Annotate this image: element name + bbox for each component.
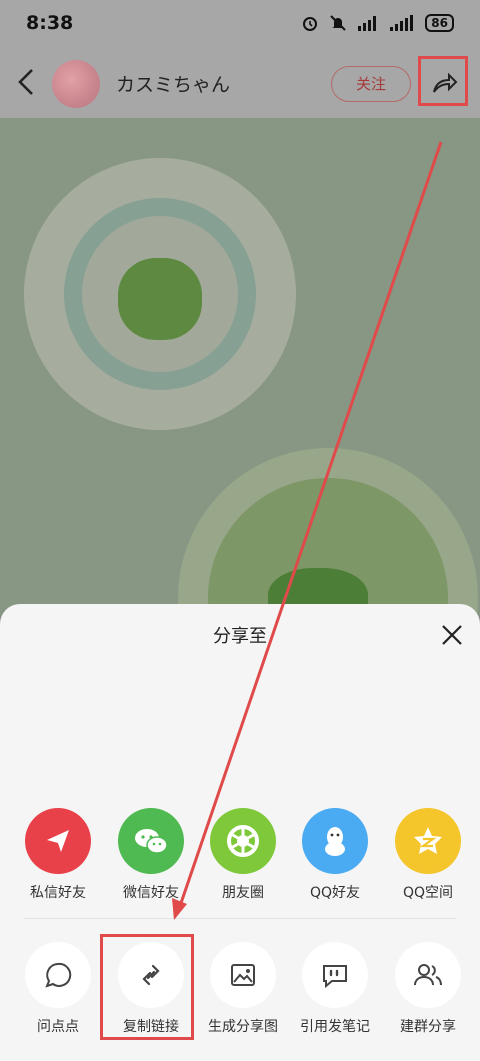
image-icon [210,942,276,1008]
share-private-message[interactable]: 私信好友 [12,808,104,902]
avatar[interactable] [52,60,100,108]
qq-icon [302,808,368,874]
send-icon [25,808,91,874]
quote-note-button[interactable]: 引用发笔记 [289,942,381,1036]
post-image [0,118,480,618]
qzone-icon [395,808,461,874]
item-label: 生成分享图 [208,1019,278,1035]
group-icon [395,942,461,1008]
moments-icon [210,808,276,874]
ask-dotdot-button[interactable]: 问点点 [12,942,104,1036]
share-moments[interactable]: 朋友圈 [197,808,289,902]
close-icon[interactable] [439,622,465,648]
status-bar: 8:38 86 [0,0,480,48]
share-wechat-friend[interactable]: 微信好友 [105,808,197,902]
back-arrow-icon[interactable] [14,66,38,98]
sheet-title: 分享至 [213,626,267,647]
chat-bubble-icon [25,942,91,1008]
item-label: 建群分享 [400,1019,456,1035]
wechat-icon [118,808,184,874]
alarm-icon [303,17,318,31]
group-share-button[interactable]: 建群分享 [382,942,474,1036]
top-nav: カスミちゃん 关注 [0,48,480,118]
author-name[interactable]: カスミちゃん [116,70,230,97]
share-button[interactable] [418,56,468,106]
share-arrow-icon [433,72,458,93]
share-qq-friend[interactable]: QQ好友 [289,808,381,902]
item-label: 微信好友 [123,885,179,901]
copy-link-highlight [100,934,194,1040]
item-label: 引用发笔记 [300,1019,370,1035]
battery-indicator: 86 [425,14,454,32]
share-qzone[interactable]: QQ空间 [382,808,474,902]
signal-icon-2 [390,15,414,31]
item-label: 问点点 [37,1019,79,1035]
item-label: 朋友圈 [222,885,264,901]
item-label: QQ好友 [309,885,361,901]
apple-illustration [118,258,202,340]
divider [24,918,456,919]
share-sheet: 分享至 私信好友 微信好友 朋友圈 QQ好友 QQ空间 问点点 复制链接 生成分… [0,604,480,1061]
follow-button[interactable]: 关注 [331,66,411,102]
item-label: 私信好友 [30,885,86,901]
generate-share-image-button[interactable]: 生成分享图 [197,942,289,1036]
item-label: QQ空间 [402,885,454,901]
mute-icon [330,15,347,31]
quote-icon [302,942,368,1008]
status-time: 8:38 [26,12,74,34]
status-icons: 86 [301,14,454,32]
signal-icon [358,16,377,31]
